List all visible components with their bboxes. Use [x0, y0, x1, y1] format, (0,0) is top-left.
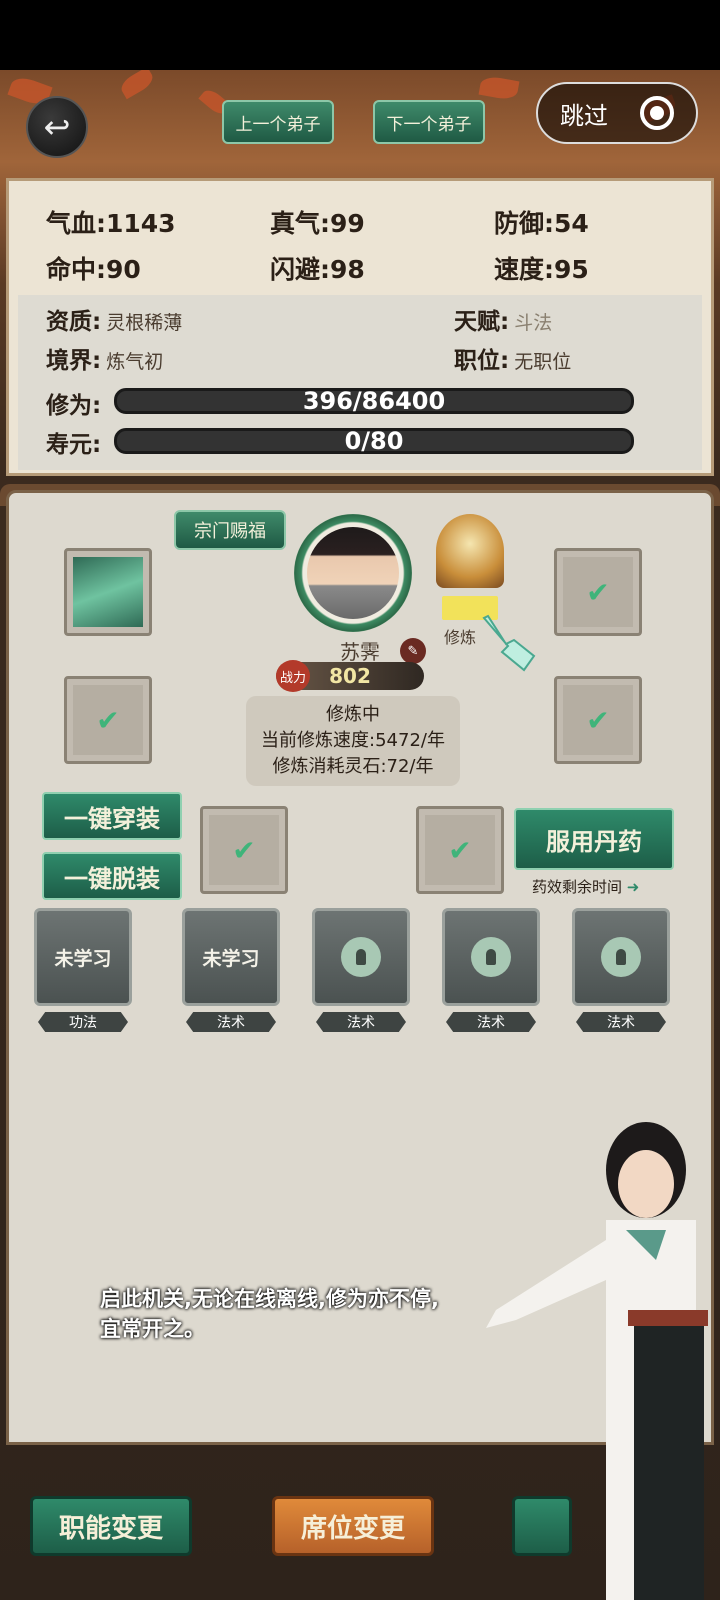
stat-shanbi: 闪避:98 — [270, 255, 365, 284]
top-black-bar — [0, 0, 720, 70]
record-icon — [640, 96, 674, 130]
combat-power-icon: 战力 — [276, 660, 310, 692]
back-button[interactable]: ↩ — [26, 96, 88, 158]
cultivation-info: 修炼中 当前修炼速度:5472/年 修炼消耗灵石:72/年 — [246, 696, 460, 786]
skill-slot[interactable]: 未学习 — [34, 908, 132, 1006]
equip-slot-robe[interactable] — [64, 548, 152, 636]
equip-slot-necklace[interactable]: ✔ — [416, 806, 504, 894]
tianfu-label: 天赋: — [454, 309, 510, 335]
zhiwei-label: 职位: — [454, 348, 510, 374]
skip-button[interactable]: 跳过 — [536, 82, 698, 144]
skill-slot[interactable] — [442, 908, 540, 1006]
check-icon: ✔ — [232, 833, 256, 867]
stat-sudu: 速度:95 — [494, 255, 589, 284]
equip-all-button[interactable]: 一键穿装 — [42, 792, 182, 840]
skill-slot[interactable] — [572, 908, 670, 1006]
jingjie-label: 境界: — [46, 348, 102, 374]
lock-icon — [341, 937, 381, 977]
meditation-icon[interactable] — [436, 514, 504, 588]
check-icon: ✔ — [586, 575, 610, 609]
pill-remaining-label: 药效剩余时间 ➜ — [532, 878, 640, 896]
sect-blessing-button[interactable]: 宗门赐福 — [174, 510, 286, 550]
skill-status: 未学习 — [202, 947, 260, 970]
tianfu-row: 天赋: 斗法 — [454, 302, 552, 336]
train-cost: 修炼消耗灵石:72/年 — [272, 756, 434, 777]
seat-change-button[interactable]: 席位变更 — [272, 1496, 434, 1556]
unequip-all-button[interactable]: 一键脱装 — [42, 852, 182, 900]
stat-zhenqi: 真气:99 — [270, 209, 365, 238]
tianfu-value: 斗法 — [514, 312, 553, 334]
skill-type-tag: 法术 — [186, 1012, 276, 1032]
equip-slot-pants[interactable]: ✔ — [554, 548, 642, 636]
skill-slot[interactable] — [312, 908, 410, 1006]
jingjie-value: 炼气初 — [106, 351, 164, 373]
xiuwei-value: 396/86400 — [302, 387, 446, 415]
arrow-right-icon: ➜ — [626, 878, 640, 896]
cultivation-label: 修炼 — [444, 628, 477, 647]
lock-icon — [471, 937, 511, 977]
train-speed: 当前修炼速度:5472/年 — [261, 730, 445, 751]
train-status: 修炼中 — [326, 704, 380, 725]
next-disciple-button[interactable]: 下一个弟子 — [373, 100, 485, 144]
jingjie-row: 境界: 炼气初 — [46, 341, 163, 375]
equip-slot-boots[interactable]: ✔ — [554, 676, 642, 764]
robe-icon — [73, 557, 143, 627]
check-icon: ✔ — [586, 703, 610, 737]
pointing-hand-icon — [478, 612, 536, 674]
skill-type-tag: 法术 — [316, 1012, 406, 1032]
zizhi-row: 资质: 灵根稀薄 — [46, 302, 182, 336]
skill-type-tag: 法术 — [446, 1012, 536, 1032]
shouyuan-label: 寿元: — [46, 432, 102, 458]
zizhi-label: 资质: — [46, 309, 102, 335]
shouyuan-value: 0/80 — [344, 427, 404, 455]
skill-status: 未学习 — [54, 947, 112, 970]
xiuwei-label: 修为: — [46, 393, 102, 419]
xiuwei-bar: 396/86400 — [114, 387, 634, 415]
lock-icon — [601, 937, 641, 977]
check-icon: ✔ — [96, 703, 120, 737]
power-value: 802 — [329, 664, 371, 688]
skill-type-tag: 功法 — [38, 1012, 128, 1032]
disciple-avatar[interactable] — [294, 514, 412, 632]
disciple-name: 苏霁 — [340, 640, 380, 664]
zizhi-value: 灵根稀薄 — [106, 312, 183, 334]
prev-disciple-button[interactable]: 上一个弟子 — [222, 100, 334, 144]
zhiwei-row: 职位: 无职位 — [454, 341, 571, 375]
stat-fangyu: 防御:54 — [494, 209, 589, 238]
stat-mingzhong: 命中:90 — [46, 255, 141, 284]
guide-character — [456, 1110, 720, 1600]
rename-icon[interactable]: ✎ — [400, 638, 426, 664]
shouyuan-bar: 0/80 — [114, 427, 634, 455]
back-arrow-icon: ↩ — [43, 108, 71, 146]
more-button[interactable] — [512, 1496, 572, 1556]
equip-slot-ring[interactable]: ✔ — [200, 806, 288, 894]
avatar-portrait — [307, 527, 399, 619]
take-pill-button[interactable]: 服用丹药 — [514, 808, 674, 870]
skill-type-tag: 法术 — [576, 1012, 666, 1032]
skip-label: 跳过 — [560, 101, 608, 130]
zhiwei-value: 无职位 — [514, 351, 572, 373]
role-change-button[interactable]: 职能变更 — [30, 1496, 192, 1556]
stat-qixue: 气血:1143 — [46, 209, 176, 238]
skill-slot[interactable]: 未学习 — [182, 908, 280, 1006]
equip-slot-weapon[interactable]: ✔ — [64, 676, 152, 764]
check-icon: ✔ — [448, 833, 472, 867]
